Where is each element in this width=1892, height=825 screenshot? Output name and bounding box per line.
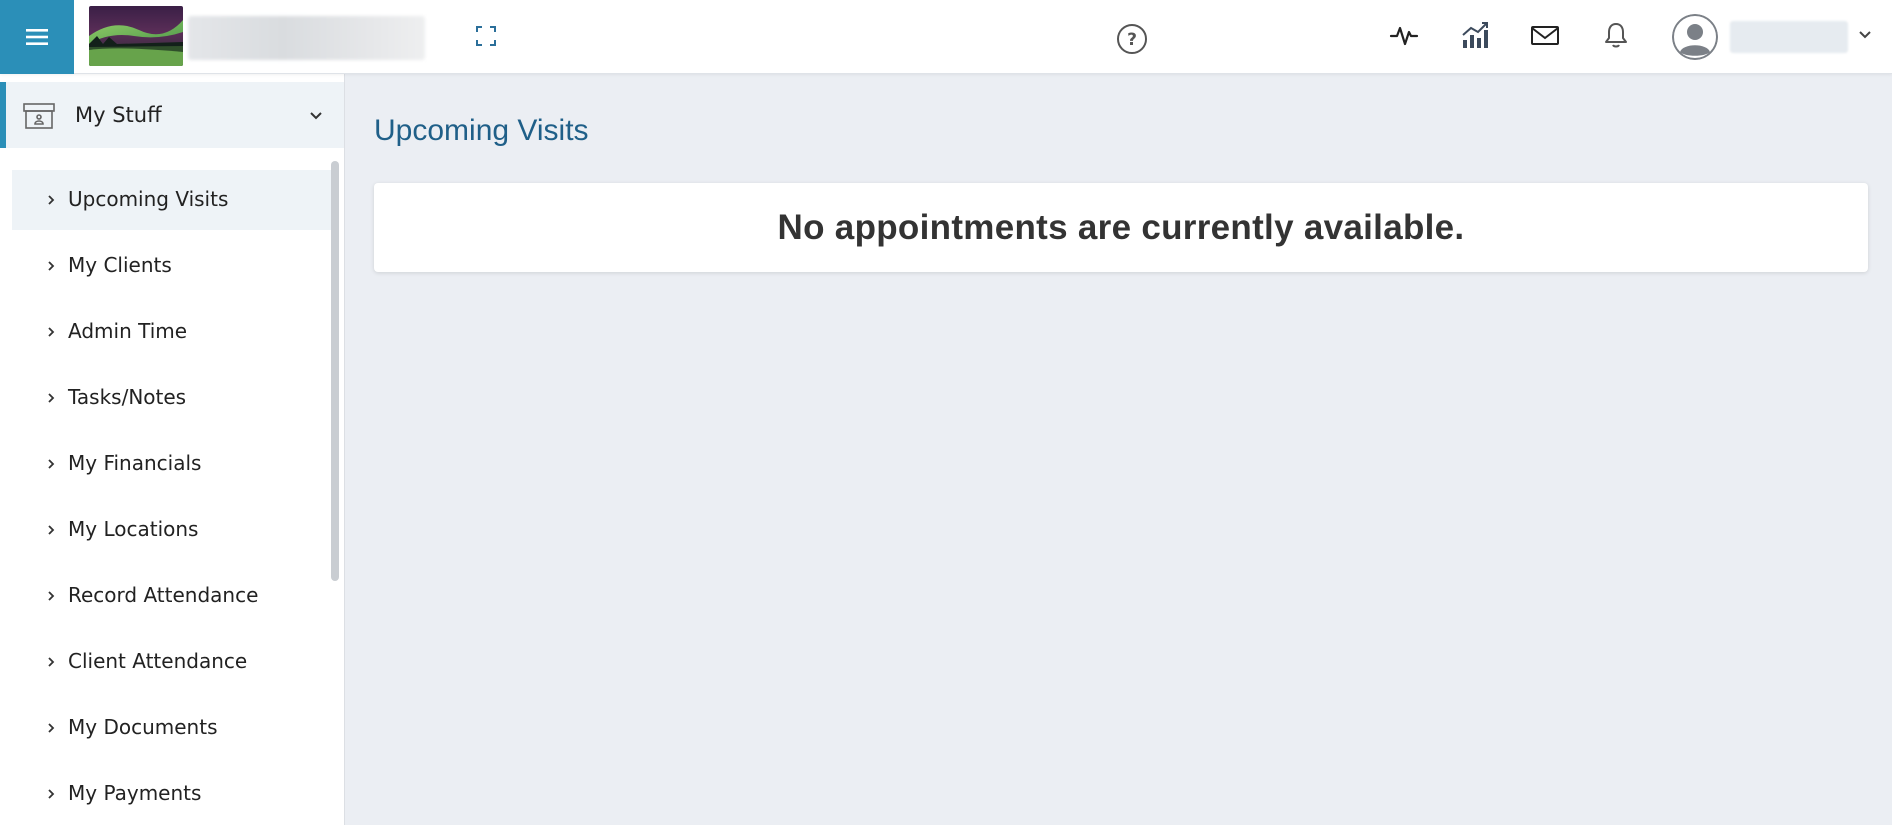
empty-state-message: No appointments are currently available. <box>777 207 1465 247</box>
bar-chart-icon <box>1462 22 1488 48</box>
sidebar-item-tasks-notes[interactable]: Tasks/Notes <box>12 368 334 428</box>
top-bar: ? <box>0 0 1892 74</box>
sidebar-item-my-payments[interactable]: My Payments <box>12 764 334 824</box>
empty-state-card: No appointments are currently available. <box>374 183 1868 272</box>
sidebar-item-record-attendance[interactable]: Record Attendance <box>12 566 334 626</box>
activity-pulse-icon <box>1389 26 1419 46</box>
sidebar-item-label: Admin Time <box>68 319 188 343</box>
chevron-right-icon <box>48 195 55 205</box>
chevron-down-icon <box>1859 31 1871 39</box>
activity-button[interactable] <box>1387 18 1421 52</box>
sidebar-item-label: My Clients <box>68 253 172 277</box>
sidebar-item-label: Tasks/Notes <box>68 385 187 409</box>
notifications-button[interactable] <box>1599 18 1633 52</box>
fullscreen-button[interactable] <box>472 22 500 50</box>
chevron-right-icon <box>48 459 55 469</box>
chevron-right-icon <box>48 393 55 403</box>
hamburger-menu-button[interactable] <box>0 0 74 74</box>
user-name-redacted <box>1730 21 1848 53</box>
chevron-right-icon <box>48 723 55 733</box>
page-title: Upcoming Visits <box>374 114 589 147</box>
sidebar-item-label: Client Attendance <box>68 649 248 673</box>
sidebar-section-my-stuff[interactable]: My Stuff <box>0 82 344 148</box>
chevron-right-icon <box>48 657 55 667</box>
app-name-redacted <box>188 16 425 60</box>
sidebar-section-label: My Stuff <box>75 103 162 127</box>
fullscreen-icon <box>476 26 496 46</box>
chevron-right-icon <box>48 789 55 799</box>
sidebar-item-my-financials[interactable]: My Financials <box>12 434 334 494</box>
chevron-right-icon <box>48 591 55 601</box>
app-logo[interactable] <box>89 6 183 66</box>
svg-text:?: ? <box>1127 30 1137 50</box>
sidebar-nav-list: Upcoming Visits My Clients Admin Time Ta… <box>12 170 334 825</box>
sidebar-item-my-clients[interactable]: My Clients <box>12 236 334 296</box>
sidebar-scrollbar[interactable] <box>331 161 339 581</box>
chevron-down-icon <box>310 112 322 120</box>
chevron-right-icon <box>48 327 55 337</box>
sidebar-item-label: My Locations <box>68 517 199 541</box>
user-avatar-icon <box>1672 14 1718 60</box>
sidebar-item-label: My Payments <box>68 781 202 805</box>
sidebar-item-label: Record Attendance <box>68 583 259 607</box>
sidebar-item-admin-time[interactable]: Admin Time <box>12 302 334 362</box>
sidebar-item-client-attendance[interactable]: Client Attendance <box>12 632 334 692</box>
sidebar-item-label: Upcoming Visits <box>68 187 229 211</box>
chevron-right-icon <box>48 261 55 271</box>
sidebar-item-label: My Financials <box>68 451 202 475</box>
sidebar-item-label: My Documents <box>68 715 218 739</box>
analytics-button[interactable] <box>1458 18 1492 52</box>
bell-icon <box>1605 23 1627 48</box>
messages-button[interactable] <box>1528 18 1562 52</box>
help-circle-icon: ? <box>1117 24 1147 54</box>
sidebar-item-my-locations[interactable]: My Locations <box>12 500 334 560</box>
hamburger-menu-icon <box>26 29 48 45</box>
user-avatar[interactable] <box>1672 14 1718 60</box>
chevron-right-icon <box>48 525 55 535</box>
sidebar-item-my-documents[interactable]: My Documents <box>12 698 334 758</box>
archive-box-icon <box>23 103 55 129</box>
mail-icon <box>1531 26 1559 45</box>
sidebar-item-upcoming-visits[interactable]: Upcoming Visits <box>12 170 334 230</box>
sidebar: My Stuff Upcoming Visits My Clients Admi… <box>0 74 345 825</box>
help-button[interactable]: ? <box>1115 22 1149 56</box>
user-menu-button[interactable] <box>1854 24 1876 46</box>
